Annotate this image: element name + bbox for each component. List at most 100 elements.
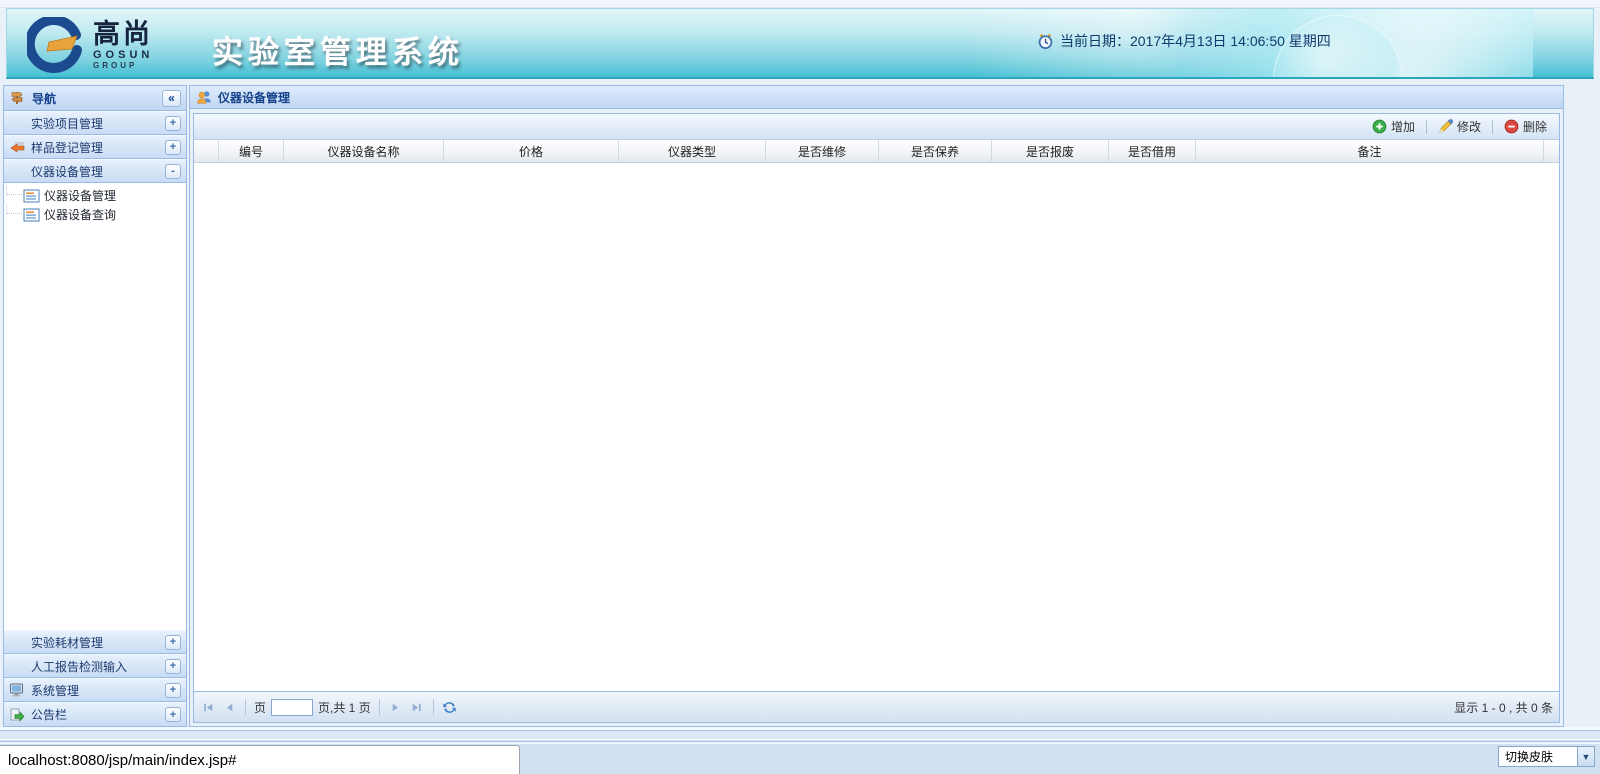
company-logo: 高尚 GOSUN GROUP <box>27 17 153 73</box>
gosun-logo-icon <box>27 17 83 73</box>
tree-item-label: 仪器设备管理 <box>44 187 116 204</box>
expand-plus-icon[interactable]: + <box>165 140 181 155</box>
green-arrow-icon <box>9 707 27 723</box>
status-url-text: localhost:8080/jsp/main/index.jsp# <box>8 752 236 769</box>
toolbar-separator <box>1426 120 1427 134</box>
sidebar-item-label: 样品登记管理 <box>31 139 103 156</box>
page-number-input[interactable] <box>271 699 313 716</box>
logo-name: 高尚 <box>93 20 153 48</box>
edit-button[interactable]: 修改 <box>1434 116 1485 137</box>
column-header[interactable]: 编号 <box>219 140 284 162</box>
column-header[interactable]: 仪器设备名称 <box>284 140 444 162</box>
browser-status-tooltip: localhost:8080/jsp/main/index.jsp# <box>0 745 520 774</box>
expand-plus-icon[interactable]: + <box>165 683 181 698</box>
collapse-minus-icon[interactable]: - <box>165 164 181 179</box>
toolbar-separator <box>1492 120 1493 134</box>
sidebar-collapse-button[interactable]: « <box>162 90 181 107</box>
bottom-line <box>0 742 1600 744</box>
column-header-selector[interactable] <box>194 140 219 162</box>
instrument-grid: 增加 修改 删除 编号 仪器 <box>193 113 1560 723</box>
tree-item-label: 仪器设备查询 <box>44 206 116 223</box>
instrument-management-panel: 仪器设备管理 增加 修改 <box>189 85 1564 727</box>
sidebar-item-sample-registration[interactable]: 样品登记管理 + <box>4 135 186 159</box>
edit-pencil-icon <box>1438 119 1453 134</box>
refresh-icon[interactable] <box>442 699 458 715</box>
clock-icon <box>1037 33 1054 50</box>
paging-toolbar: 页 页,共 1 页 显示 1 - 0 , 共 0 条 <box>194 691 1559 722</box>
edit-button-label: 修改 <box>1457 118 1481 135</box>
sidebar-item-instrument-management[interactable]: 仪器设备管理 - <box>4 159 186 183</box>
column-header[interactable]: 备注 <box>1196 140 1544 162</box>
sidebar-item-label: 仪器设备管理 <box>31 163 103 180</box>
grid-header-row: 编号 仪器设备名称 价格 仪器类型 是否维修 是否保养 是否报废 是否借用 备注 <box>194 140 1559 163</box>
sidebar-item-label: 人工报告检测输入 <box>31 658 127 675</box>
instrument-tree: 仪器设备管理 仪器设备查询 <box>4 183 186 630</box>
paging-separator <box>433 699 434 715</box>
expand-plus-icon[interactable]: + <box>165 116 181 131</box>
sidebar-item-bulletin-board[interactable]: 公告栏 + <box>4 702 186 726</box>
expand-plus-icon[interactable]: + <box>165 635 181 650</box>
sidebar-title: 导航 <box>32 90 162 107</box>
add-icon <box>1372 119 1387 134</box>
tree-item-instrument-management[interactable]: 仪器设备管理 <box>4 186 186 205</box>
current-date: 当前日期：2017年4月13日 14:06:50 星期四 <box>1037 31 1331 51</box>
signpost-icon <box>9 90 25 106</box>
prev-page-icon[interactable] <box>221 699 237 715</box>
delete-icon <box>1504 119 1519 134</box>
column-header-filler <box>1544 140 1559 162</box>
sidebar-item-label: 系统管理 <box>31 682 79 699</box>
last-page-icon[interactable] <box>409 699 425 715</box>
delete-button[interactable]: 删除 <box>1500 116 1551 137</box>
sidebar-item-label: 实验耗材管理 <box>31 634 103 651</box>
add-button[interactable]: 增加 <box>1368 116 1419 137</box>
app-header: 高尚 GOSUN GROUP 实验室管理系统 当前日期：2017年4月13日 1… <box>6 8 1594 79</box>
navigation-sidebar: 导航 « 实验项目管理 + 样品登记管理 + 仪器设备管理 - <box>3 85 187 727</box>
sidebar-item-experiment-project[interactable]: 实验项目管理 + <box>4 111 186 135</box>
users-icon <box>196 89 212 105</box>
next-page-icon[interactable] <box>388 699 404 715</box>
bottom-band <box>0 731 1600 740</box>
grid-body-empty <box>194 163 1559 691</box>
grid-toolbar: 增加 修改 删除 <box>194 114 1559 140</box>
sidebar-item-consumables[interactable]: 实验耗材管理 + <box>4 630 186 654</box>
tree-item-instrument-query[interactable]: 仪器设备查询 <box>4 205 186 224</box>
column-header[interactable]: 仪器类型 <box>619 140 766 162</box>
logo-group-line1: GOSUN <box>93 49 153 61</box>
browser-top-strip <box>0 0 1600 8</box>
sidebar-item-manual-report[interactable]: 人工报告检测输入 + <box>4 654 186 678</box>
column-header[interactable]: 价格 <box>444 140 619 162</box>
form-icon <box>23 189 40 203</box>
delete-button-label: 删除 <box>1523 118 1547 135</box>
sidebar-item-system-management[interactable]: 系统管理 + <box>4 678 186 702</box>
form-icon <box>23 208 40 222</box>
tree-elbow <box>6 205 22 214</box>
column-header[interactable]: 是否保养 <box>879 140 992 162</box>
sidebar-title-bar: 导航 « <box>4 86 186 111</box>
sidebar-item-label: 公告栏 <box>31 706 67 723</box>
tree-elbow <box>6 186 22 195</box>
paging-separator <box>379 699 380 715</box>
skin-switcher-combobox[interactable]: 切换皮肤 ▼ <box>1498 746 1595 767</box>
first-page-icon[interactable] <box>200 699 216 715</box>
sidebar-item-label: 实验项目管理 <box>31 115 103 132</box>
chevron-down-icon[interactable]: ▼ <box>1577 746 1595 767</box>
bottom-status-area: localhost:8080/jsp/main/index.jsp# 切换皮肤 … <box>0 727 1600 774</box>
app-title: 实验室管理系统 <box>212 27 464 72</box>
page-prefix-label: 页 <box>254 699 266 716</box>
paging-separator <box>245 699 246 715</box>
column-header[interactable]: 是否维修 <box>766 140 879 162</box>
current-date-text: 当前日期：2017年4月13日 14:06:50 星期四 <box>1060 31 1331 51</box>
column-header[interactable]: 是否借用 <box>1109 140 1196 162</box>
add-button-label: 增加 <box>1391 118 1415 135</box>
record-count-summary: 显示 1 - 0 , 共 0 条 <box>1454 699 1553 716</box>
expand-plus-icon[interactable]: + <box>165 659 181 674</box>
monitor-icon <box>9 682 27 698</box>
panel-header: 仪器设备管理 <box>190 86 1563 109</box>
expand-plus-icon[interactable]: + <box>165 707 181 722</box>
sample-arrow-icon <box>9 139 27 155</box>
skin-switcher-value[interactable]: 切换皮肤 <box>1498 746 1577 767</box>
logo-group-line2: GROUP <box>93 61 153 70</box>
column-header[interactable]: 是否报废 <box>992 140 1109 162</box>
panel-title: 仪器设备管理 <box>218 89 290 106</box>
page-suffix-label: 页,共 1 页 <box>318 699 371 716</box>
